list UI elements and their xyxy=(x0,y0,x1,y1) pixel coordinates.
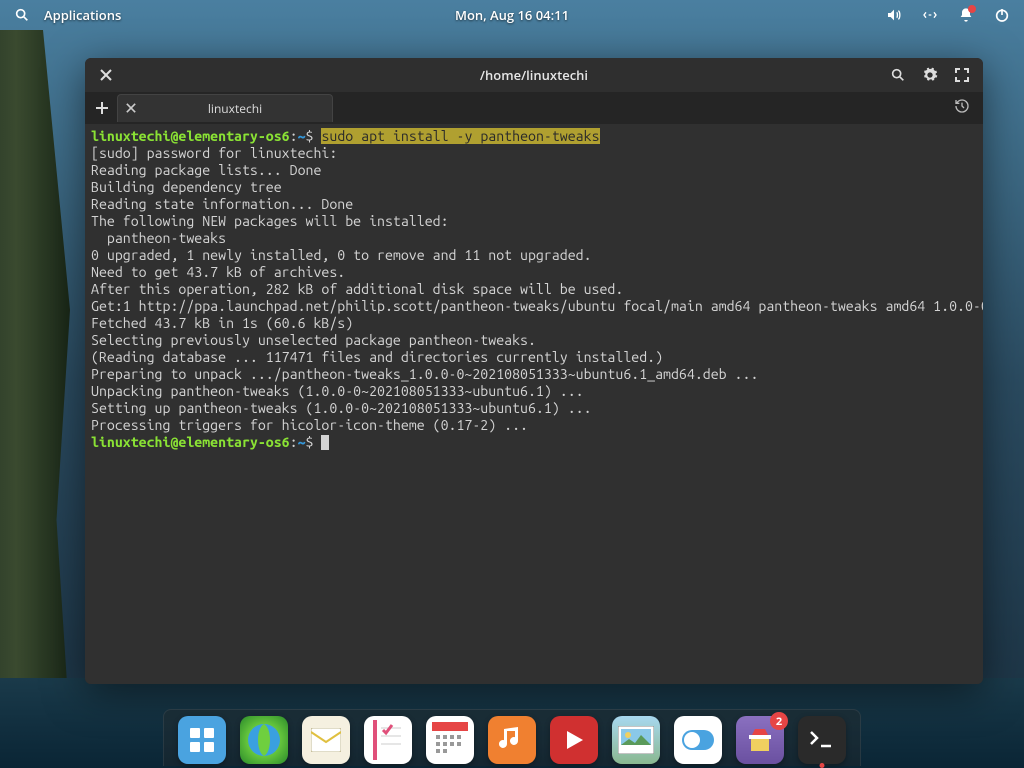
dock-tasks[interactable] xyxy=(364,716,412,764)
terminal-window: /home/linuxtechi linuxtechi linuxtech xyxy=(85,58,983,684)
tab-label: linuxtechi xyxy=(146,100,324,117)
dock: 2 xyxy=(163,709,861,766)
dock-multitasking[interactable] xyxy=(178,716,226,764)
network-icon[interactable] xyxy=(922,7,938,23)
window-close-button[interactable] xyxy=(93,62,119,88)
terminal-tab[interactable]: linuxtechi xyxy=(117,94,333,122)
terminal-content[interactable]: linuxtechi@elementary-os6:~$ sudo apt in… xyxy=(85,124,983,684)
clock[interactable]: Mon, Aug 16 04:11 xyxy=(455,6,569,24)
window-titlebar[interactable]: /home/linuxtechi xyxy=(85,58,983,92)
new-tab-button[interactable] xyxy=(89,95,115,121)
dock-photos[interactable] xyxy=(612,716,660,764)
top-panel: Applications Mon, Aug 16 04:11 xyxy=(0,0,1024,30)
dock-appcenter[interactable]: 2 xyxy=(736,716,784,764)
dock-terminal[interactable] xyxy=(798,716,846,764)
dock-browser[interactable] xyxy=(240,716,288,764)
notifications-icon[interactable] xyxy=(958,7,974,23)
window-title: /home/linuxtechi xyxy=(480,66,588,84)
dock-videos[interactable] xyxy=(550,716,598,764)
search-in-terminal-button[interactable] xyxy=(885,62,911,88)
window-maximize-button[interactable] xyxy=(949,62,975,88)
tab-bar: linuxtechi xyxy=(85,92,983,124)
settings-button[interactable] xyxy=(917,62,943,88)
notification-badge xyxy=(968,5,976,13)
tab-close-icon[interactable] xyxy=(126,100,140,117)
dock-mail[interactable] xyxy=(302,716,350,764)
wallpaper-cliff xyxy=(0,30,70,730)
search-icon[interactable] xyxy=(14,7,30,23)
volume-icon[interactable] xyxy=(886,7,902,23)
applications-button[interactable]: Applications xyxy=(44,6,121,24)
history-button[interactable] xyxy=(949,97,975,119)
dock-music[interactable] xyxy=(488,716,536,764)
appcenter-badge: 2 xyxy=(770,712,788,730)
power-icon[interactable] xyxy=(994,7,1010,23)
dock-calendar[interactable] xyxy=(426,716,474,764)
dock-settings[interactable] xyxy=(674,716,722,764)
